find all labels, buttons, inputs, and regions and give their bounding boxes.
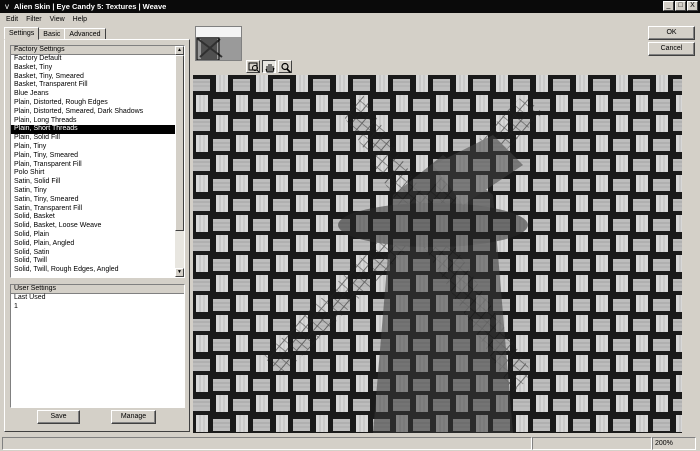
- user-settings-item[interactable]: 1: [11, 303, 184, 312]
- menu-help[interactable]: Help: [69, 16, 91, 23]
- hand-pan-icon: [265, 64, 275, 73]
- factory-settings-item[interactable]: Plain, Transparent Fill: [11, 161, 184, 170]
- factory-settings-item[interactable]: Solid, Satin: [11, 249, 184, 258]
- tab-settings[interactable]: Settings: [4, 27, 40, 40]
- factory-settings-item[interactable]: Plain, Long Threads: [11, 117, 184, 126]
- factory-settings-item[interactable]: Plain, Tiny, Smeared: [11, 152, 184, 161]
- zoom-tool-button[interactable]: [278, 60, 292, 73]
- factory-settings-item[interactable]: Plain, Tiny: [11, 143, 184, 152]
- factory-settings-item[interactable]: Plain, Short Threads: [11, 125, 184, 135]
- factory-settings-header: Factory Settings: [11, 46, 184, 55]
- factory-settings-list[interactable]: Factory Settings Factory Default Basket, …: [10, 45, 185, 278]
- user-settings-rows: Last Used 1: [11, 294, 184, 312]
- factory-list-scrollbar[interactable]: ▲ ▼: [175, 46, 184, 277]
- factory-settings-item[interactable]: Basket, Tiny: [11, 64, 184, 73]
- magnifier-icon: [281, 62, 292, 73]
- factory-settings-item[interactable]: Factory Default: [11, 55, 184, 64]
- factory-settings-item[interactable]: Satin, Transparent Fill: [11, 205, 184, 214]
- preview-canvas[interactable]: [193, 75, 682, 433]
- factory-settings-item[interactable]: Solid, Plain, Angled: [11, 240, 184, 249]
- factory-settings-item[interactable]: Solid, Basket: [11, 213, 184, 222]
- factory-settings-item[interactable]: Satin, Tiny: [11, 187, 184, 196]
- menu-view[interactable]: View: [46, 16, 69, 23]
- menu-filter[interactable]: Filter: [22, 16, 46, 23]
- factory-settings-item[interactable]: Satin, Tiny, Smeared: [11, 196, 184, 205]
- factory-settings-item[interactable]: Plain, Distorted, Rough Edges: [11, 99, 184, 108]
- save-button[interactable]: Save: [37, 410, 80, 424]
- scroll-down-arrow-icon[interactable]: ▼: [175, 268, 184, 277]
- status-message: [2, 437, 532, 450]
- ok-button[interactable]: OK: [648, 26, 695, 40]
- factory-settings-rows: Factory Default Basket, Tiny Basket, Tiny,…: [11, 55, 184, 275]
- user-settings-list[interactable]: User Settings Last Used 1: [10, 284, 185, 408]
- user-settings-header: User Settings: [11, 285, 184, 294]
- close-button[interactable]: X: [687, 1, 698, 11]
- title-bar: v Alien Skin | Eye Candy 5: Textures | W…: [0, 0, 700, 13]
- zoom-level: 200%: [652, 437, 696, 450]
- factory-settings-item[interactable]: Basket, Transparent Fill: [11, 81, 184, 90]
- manage-button[interactable]: Manage: [111, 410, 156, 424]
- scroll-up-arrow-icon[interactable]: ▲: [175, 46, 184, 55]
- thumbnail-image: [196, 27, 241, 60]
- scroll-thumb[interactable]: [175, 55, 184, 231]
- factory-settings-item[interactable]: Solid, Plain: [11, 231, 184, 240]
- status-info: [532, 437, 652, 450]
- factory-settings-item[interactable]: Basket, Tiny, Smeared: [11, 73, 184, 82]
- factory-settings-item[interactable]: Blue Jeans: [11, 90, 184, 99]
- app-icon[interactable]: v: [2, 2, 12, 12]
- window-title: Alien Skin | Eye Candy 5: Textures | Wea…: [14, 2, 167, 11]
- navigator-thumbnail[interactable]: [195, 26, 242, 61]
- factory-settings-item[interactable]: Satin, Solid Fill: [11, 178, 184, 187]
- minimize-button[interactable]: _: [663, 1, 674, 11]
- menu-edit[interactable]: Edit: [2, 16, 22, 23]
- maximize-button[interactable]: □: [675, 1, 686, 11]
- factory-settings-item[interactable]: Plain, Distorted, Smeared, Dark Shadows: [11, 108, 184, 117]
- navigate-tool-button[interactable]: [246, 60, 260, 73]
- menu-bar: Edit Filter View Help: [0, 13, 700, 25]
- navigate-zoom-icon: [248, 62, 260, 73]
- settings-panel: Factory Settings Factory Default Basket, …: [4, 39, 190, 432]
- weave-preview-image: [193, 75, 682, 433]
- user-settings-item[interactable]: Last Used: [11, 294, 184, 303]
- factory-settings-item[interactable]: Polo Shirt: [11, 169, 184, 178]
- factory-settings-item[interactable]: Solid, Basket, Loose Weave: [11, 222, 184, 231]
- hand-tool-button[interactable]: [262, 60, 276, 73]
- factory-settings-item[interactable]: Solid, Twill: [11, 257, 184, 266]
- window-controls: _ □ X: [663, 1, 698, 11]
- cancel-button[interactable]: Cancel: [648, 42, 695, 56]
- factory-settings-item[interactable]: Solid, Twill, Rough Edges, Angled: [11, 266, 184, 275]
- preview-vertical-scrollbar[interactable]: [684, 75, 697, 433]
- status-bar: 200%: [0, 436, 700, 451]
- factory-settings-item[interactable]: Plain, Solid Fill: [11, 134, 184, 143]
